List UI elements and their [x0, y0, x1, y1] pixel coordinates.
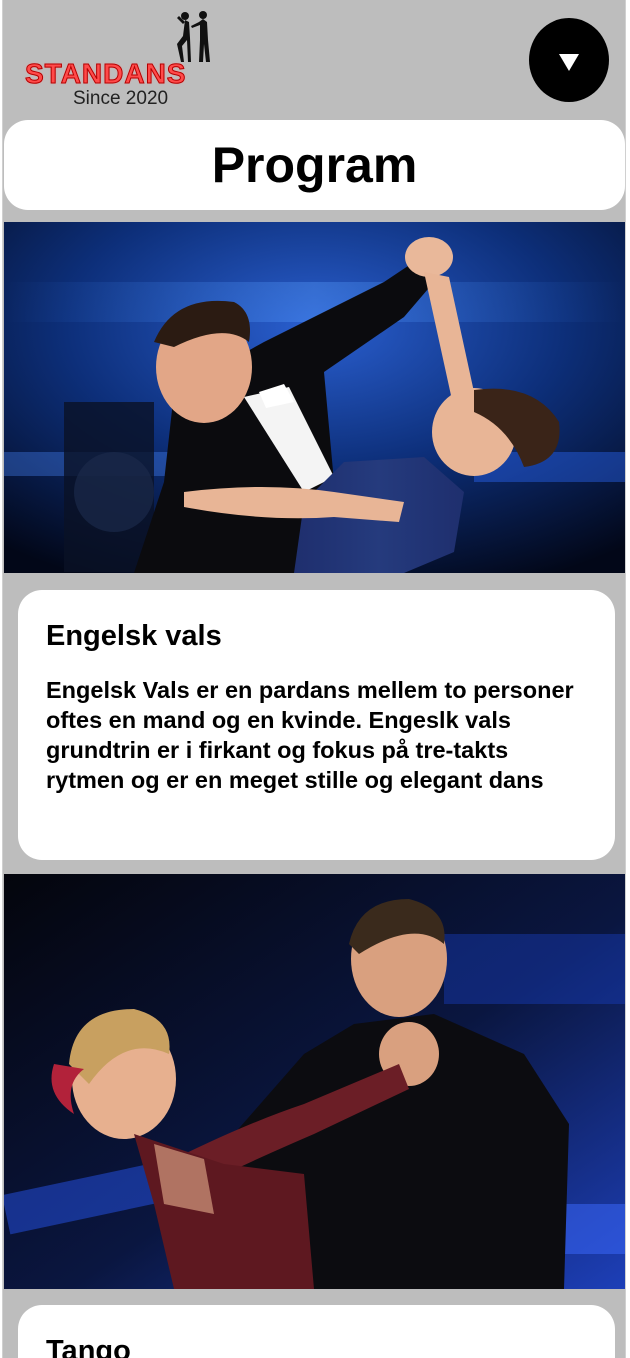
dance-card-engelsk-vals: Engelsk vals Engelsk Vals er en pardans … [18, 590, 615, 860]
site-logo[interactable]: STANDANS Since 2020 [24, 10, 217, 110]
page-title: Program [211, 137, 418, 193]
dance-title: Engelsk vals [46, 620, 222, 652]
logo-wordmark: STANDANS [24, 58, 187, 90]
page-title-card: Program [4, 120, 625, 210]
dance-photo-engelsk-vals [4, 222, 625, 573]
header: STANDANS Since 2020 [3, 0, 625, 118]
logo-tagline: Since 2020 [73, 88, 169, 109]
dance-description: Engelsk Vals er en pardans mellem to per… [46, 677, 574, 793]
page: STANDANS Since 2020 Program Engelsk vals… [2, 0, 626, 1358]
triangle-down-icon [559, 53, 579, 71]
dance-title: Tango [46, 1335, 131, 1358]
menu-dropdown-button[interactable] [529, 18, 609, 102]
dance-photo-tango [4, 874, 625, 1289]
dance-card-tango: Tango [18, 1305, 615, 1358]
